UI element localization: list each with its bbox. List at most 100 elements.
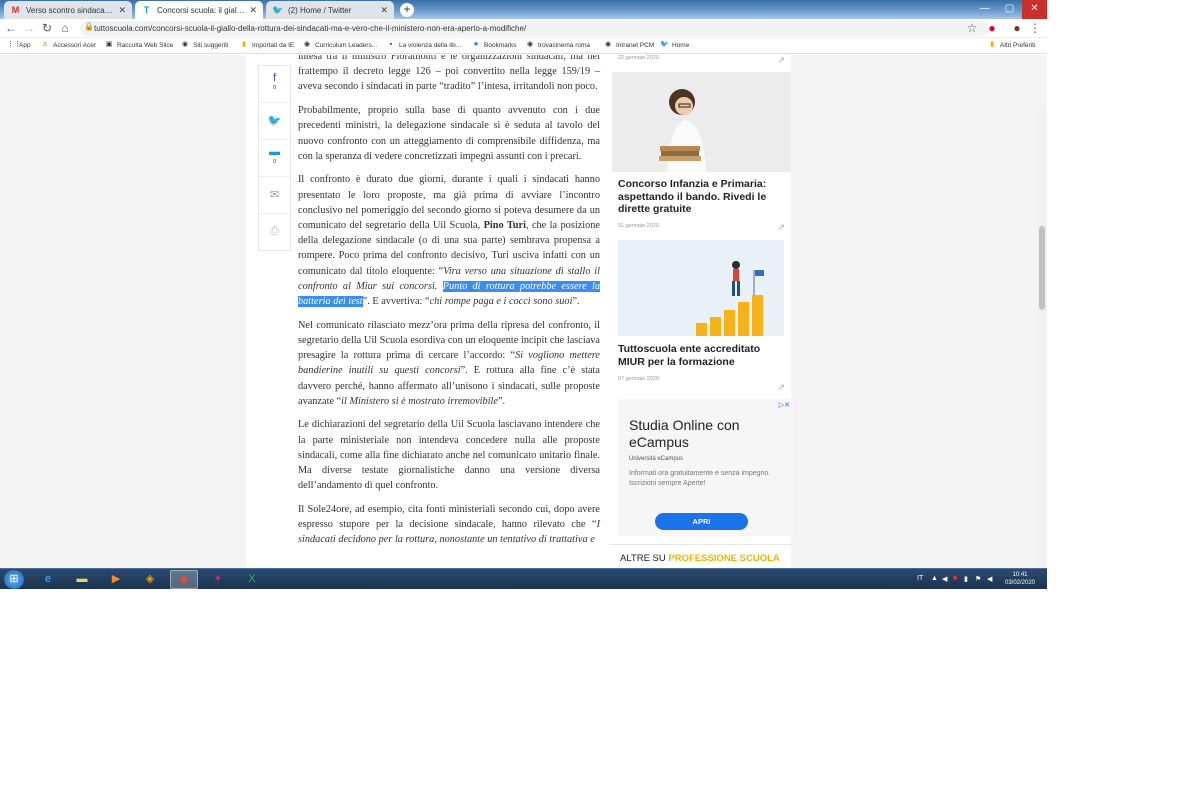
antivirus-icon[interactable]: ■ xyxy=(953,575,957,582)
printer-icon: ⎙ xyxy=(270,225,279,237)
print-button[interactable]: ⎙ xyxy=(259,214,290,251)
volume-icon[interactable]: ◀ xyxy=(987,575,992,583)
globe-icon: ◉ xyxy=(604,41,612,48)
ad-open-button[interactable]: APRI xyxy=(655,513,748,530)
scrollbar-thumb[interactable] xyxy=(1039,226,1045,310)
acer-icon: a xyxy=(43,41,47,48)
tab-twitter[interactable]: 🐦 (2) Home / Twitter ✕ xyxy=(266,1,394,19)
card-title[interactable]: Tuttoscuola ente accreditato MIUR per la… xyxy=(612,343,791,368)
twitter-share-button[interactable]: 🐦 xyxy=(259,103,290,140)
tab-tuttoscuola[interactable]: T Concorsi scuola: il giallo della rot ✕ xyxy=(135,1,263,19)
chrome-icon[interactable]: ◉ xyxy=(170,570,198,589)
apps-grid-icon: ⋮⋮ xyxy=(7,41,21,48)
back-icon[interactable]: ← xyxy=(4,21,18,35)
tab-label: Verso scontro sindacati-minister xyxy=(26,5,114,15)
file-explorer-icon[interactable]: ▬ xyxy=(68,570,96,589)
network-icon[interactable]: ▮ xyxy=(964,575,968,583)
article-paragraph: intesa tra il ministro Fioramonti e le o… xyxy=(298,55,600,93)
close-icon[interactable]: ✕ xyxy=(118,5,126,16)
taskbar: ⊞ e ▬ ▶ ◈ ◉ ✦ X IT ▲ ◀ ■ ▮ ⚑ ◀ 10:41 03/0… xyxy=(0,568,1047,589)
section-link[interactable]: PROFESSIONE SCUOLA xyxy=(668,553,779,564)
excel-icon[interactable]: X xyxy=(238,570,266,589)
close-window-button[interactable]: ✕ xyxy=(1022,0,1047,19)
envelope-icon: ✉ xyxy=(269,189,280,201)
article-paragraph: Il confronto è durato due giorni, durant… xyxy=(298,174,600,308)
twitter-icon: 🐦 xyxy=(267,115,282,127)
profile-avatar-icon[interactable]: ● xyxy=(1010,21,1024,35)
bookmark-siti-suggeriti[interactable]: ◉ Siti suggeriti xyxy=(181,41,228,49)
person-name: Pino Turi xyxy=(483,220,526,232)
facebook-share-button[interactable]: f0 xyxy=(259,66,290,103)
maximize-button[interactable]: ▢ xyxy=(997,0,1022,19)
bookmarks-bar: ⋮⋮ App a Accessori Acer ▣ Raccolta Web Slic… xyxy=(0,38,1047,54)
card-date: 07 gennaio 2020 xyxy=(618,376,659,382)
globe-icon: ◉ xyxy=(181,41,189,48)
share-icon[interactable]: ⇗ xyxy=(777,55,785,66)
altre-su-heading[interactable]: ALTRE SU PROFESSIONE SCUOLA xyxy=(610,544,791,568)
flag-icon[interactable]: ⚑ xyxy=(975,575,981,583)
scrollbar[interactable] xyxy=(1037,110,1047,568)
new-tab-button[interactable]: + xyxy=(400,3,414,17)
card-image-woman-books xyxy=(612,72,791,172)
sidebar-card-concorso[interactable]: Concorso Infanzia e Primaria: aspettando… xyxy=(612,72,791,237)
browser-toolbar: ← → ↻ ⌂ tuttoscuola.com/concorsi-scuola-… xyxy=(0,19,1047,38)
language-indicator[interactable]: IT xyxy=(917,575,923,582)
ad-title[interactable]: Studia Online con eCampus xyxy=(629,417,793,451)
card-title[interactable]: Concorso Infanzia e Primaria: aspettando… xyxy=(612,178,791,216)
bookmark-curriculum[interactable]: ◉ Curriculum Leaders... xyxy=(303,41,377,49)
clock[interactable]: 10:41 03/02/2020 xyxy=(1000,571,1040,587)
address-bar[interactable]: tuttoscuola.com/concorsi-scuola-il-giall… xyxy=(80,21,990,36)
tray-app-icon[interactable]: ◀ xyxy=(942,575,947,583)
quote: chi rompe paga e i cocci sono suoi xyxy=(429,296,573,308)
bookmark-app[interactable]: ⋮⋮ App xyxy=(7,41,31,49)
outlook-icon[interactable]: ◈ xyxy=(136,570,164,589)
bookmark-violenza[interactable]: ▪ La violenza della lib... xyxy=(387,41,461,49)
tray-up-arrow-icon[interactable]: ▲ xyxy=(931,575,938,582)
globe-icon: ◉ xyxy=(303,41,311,48)
sidebar-card-accreditato[interactable]: Tuttoscuola ente accreditato MIUR per la… xyxy=(612,240,791,395)
article-paragraph: Nel comunicato rilasciato mezz’ora prima… xyxy=(298,319,600,407)
article-paragraph: Le dichiarazioni del segretario della Ui… xyxy=(298,419,600,492)
tab-label: Concorsi scuola: il giallo della rot xyxy=(157,5,245,15)
bookmark-raccolta-web-slice[interactable]: ▣ Raccolta Web Slice xyxy=(105,41,174,49)
bookmark-home[interactable]: 🐦 Home xyxy=(660,41,689,49)
tab-gmail[interactable]: M Verso scontro sindacati-minister ✕ xyxy=(4,1,132,19)
star-icon[interactable]: ☆ xyxy=(965,21,979,35)
close-icon[interactable]: ✕ xyxy=(249,5,257,16)
share-icon[interactable]: ⇗ xyxy=(777,382,785,393)
gmail-icon: M xyxy=(11,4,20,15)
card-date: 22 gennaio 2020 xyxy=(618,55,659,61)
internet-explorer-icon[interactable]: e xyxy=(34,570,62,589)
minimize-button[interactable]: — xyxy=(972,0,997,19)
web-slice-icon: ▣ xyxy=(105,41,113,48)
share-bar: f0 🐦 ▬ 0 ✉ ⎙ xyxy=(258,65,291,251)
share-icon[interactable]: ⇗ xyxy=(777,222,785,233)
menu-icon[interactable]: ⋮ xyxy=(1028,21,1042,35)
media-player-icon[interactable]: ▶ xyxy=(102,570,130,589)
tab-label: (2) Home / Twitter xyxy=(288,5,352,15)
folder-icon: ▮ xyxy=(242,41,246,48)
home-icon[interactable]: ⌂ xyxy=(58,21,72,35)
close-icon[interactable]: ✕ xyxy=(380,5,388,16)
app-icon[interactable]: ✦ xyxy=(204,570,232,589)
comment-button[interactable]: ▬ 0 xyxy=(259,140,290,177)
globe-icon: ◉ xyxy=(526,41,534,48)
bookmark-trovacinema[interactable]: ◉ trovacinema roma xyxy=(526,41,590,49)
reload-icon[interactable]: ↻ xyxy=(40,21,54,35)
woman-with-books-illustration xyxy=(659,89,706,172)
forward-icon[interactable]: → xyxy=(22,21,36,35)
sidebar-card: 22 gennaio 2020 ⇗ xyxy=(612,55,791,69)
bookmark-accessori-acer[interactable]: a Accessori Acer xyxy=(41,41,96,49)
email-share-button[interactable]: ✉ xyxy=(259,177,290,214)
pinterest-icon[interactable]: ● xyxy=(985,21,999,35)
bookmark-altri-preferiti[interactable]: ▮ Altri Preferiti xyxy=(988,41,1035,49)
bookmark-bookmarks[interactable]: ★ Bookmarks xyxy=(472,41,517,49)
adchoices-icon[interactable]: ▷✕ xyxy=(779,401,790,409)
bookmark-importati-ie[interactable]: ▮ Importati da IE xyxy=(240,41,294,49)
ecampus-ad[interactable]: ▷✕ Studia Online con eCampus Università … xyxy=(618,399,793,536)
bookmark-intranet-pcm[interactable]: ◉ Intranet PCM xyxy=(604,41,654,49)
growth-blocks-illustration xyxy=(696,261,764,336)
windows-start-icon[interactable]: ⊞ xyxy=(4,570,24,589)
sidebar: 22 gennaio 2020 ⇗ Concorso Infanzia e Pr… xyxy=(610,55,793,568)
lock-icon: 🔒 xyxy=(84,22,94,31)
